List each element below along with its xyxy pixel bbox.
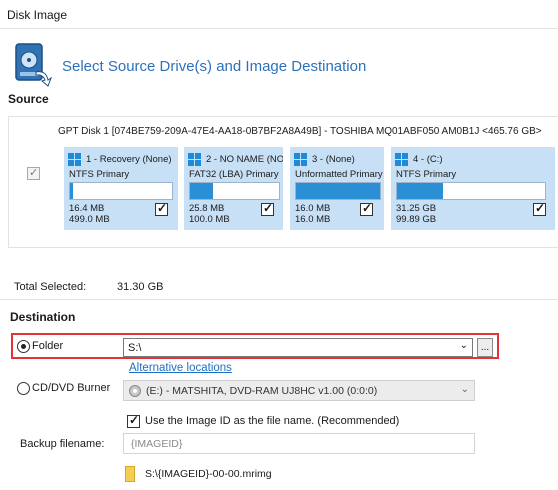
check-icon: ✓ — [535, 201, 546, 215]
cd-dvd-value: (E:) - MATSHITA, DVD-RAM UJ8HC v1.00 (0:… — [146, 385, 378, 397]
header-title: Select Source Drive(s) and Image Destina… — [62, 58, 367, 75]
radio-dot — [21, 344, 26, 349]
check-icon: ✓ — [362, 201, 373, 215]
usage-bar — [396, 182, 546, 200]
usage-fill — [190, 183, 214, 199]
backup-filename-placeholder: {IMAGEID} — [131, 438, 183, 450]
alternative-locations-link[interactable]: Alternative locations — [129, 362, 232, 374]
partition-used: 25.8 MB — [189, 203, 225, 214]
check-icon: ✓ — [129, 413, 140, 427]
folder-value: S:\ — [128, 342, 142, 354]
folder-icon — [125, 466, 135, 482]
usage-bar — [189, 182, 280, 200]
partition-title: 2 - NO NAME (NONE) — [206, 154, 283, 165]
windows-icon — [294, 153, 307, 166]
folder-combobox[interactable]: S:\ ⌄ — [123, 338, 473, 357]
partition-total: 99.89 GB — [396, 214, 437, 225]
usage-fill — [296, 183, 380, 199]
backup-filename-input[interactable]: {IMAGEID} — [123, 433, 475, 454]
cd-dvd-combobox[interactable]: (E:) - MATSHITA, DVD-RAM UJ8HC v1.00 (0:… — [123, 380, 475, 401]
partition-total: 499.0 MB — [69, 214, 110, 225]
result-path: S:\{IMAGEID}-00-00.mrimg — [145, 468, 272, 480]
partition-used: 16.0 MB — [295, 203, 331, 214]
disk-image-icon — [15, 43, 53, 87]
partition-3[interactable]: 3 - (None) Unformatted Primary 16.0 MB 1… — [290, 147, 384, 230]
partition-4[interactable]: 4 - (C:) NTFS Primary 31.25 GB 99.89 GB … — [391, 147, 555, 230]
browse-button[interactable]: ... — [477, 338, 493, 357]
windows-icon — [68, 153, 81, 166]
windows-icon — [188, 153, 201, 166]
usage-fill — [397, 183, 443, 199]
partition-checkbox[interactable]: ✓ — [360, 201, 373, 216]
chevron-down-icon[interactable]: ⌄ — [460, 340, 468, 351]
partition-title: 4 - (C:) — [413, 154, 443, 165]
check-icon: ✓ — [157, 201, 168, 215]
disk-header: GPT Disk 1 [074BE759-209A-47E4-AA18-0B7B… — [58, 126, 542, 137]
partition-checkbox[interactable]: ✓ — [261, 201, 274, 216]
total-selected-value: 31.30 GB — [117, 281, 164, 293]
use-image-id-label[interactable]: Use the Image ID as the file name. (Reco… — [145, 415, 399, 427]
partition-type: FAT32 (LBA) Primary — [189, 169, 279, 180]
windows-icon — [395, 153, 408, 166]
partition-type: NTFS Primary — [69, 169, 130, 180]
cd-dvd-label[interactable]: CD/DVD Burner — [32, 382, 110, 394]
partition-type: NTFS Primary — [396, 169, 457, 180]
partition-total: 100.0 MB — [189, 214, 230, 225]
partition-used: 31.25 GB — [396, 203, 437, 214]
optical-disc-icon — [129, 385, 141, 397]
partition-title: 3 - (None) — [312, 154, 355, 165]
check-icon: ✓ — [29, 167, 39, 179]
use-image-id-checkbox[interactable]: ✓ — [127, 413, 140, 428]
folder-label[interactable]: Folder — [32, 340, 63, 352]
disk-select-checkbox[interactable]: ✓ — [27, 167, 40, 180]
partition-checkbox[interactable]: ✓ — [533, 201, 546, 216]
backup-filename-label: Backup filename: — [20, 438, 105, 450]
check-icon: ✓ — [263, 201, 274, 215]
usage-fill — [70, 183, 74, 199]
partition-type: Unformatted Primary — [295, 169, 383, 180]
partition-used: 16.4 MB — [69, 203, 105, 214]
divider — [0, 28, 558, 29]
chevron-down-icon[interactable]: ⌄ — [461, 384, 469, 395]
cd-dvd-radio[interactable] — [17, 382, 30, 395]
partition-1[interactable]: 1 - Recovery (None) NTFS Primary 16.4 MB… — [64, 147, 178, 230]
total-selected-label: Total Selected: — [14, 281, 87, 293]
divider — [0, 299, 558, 300]
partition-checkbox[interactable]: ✓ — [155, 201, 168, 216]
destination-heading: Destination — [10, 310, 76, 324]
window-title: Disk Image — [7, 8, 68, 22]
partition-2[interactable]: 2 - NO NAME (NONE) FAT32 (LBA) Primary 2… — [184, 147, 283, 230]
partition-title: 1 - Recovery (None) — [86, 154, 172, 165]
source-heading: Source — [8, 92, 49, 106]
folder-radio[interactable] — [17, 340, 30, 353]
partition-total: 16.0 MB — [295, 214, 331, 225]
usage-bar — [295, 182, 381, 200]
usage-bar — [69, 182, 173, 200]
